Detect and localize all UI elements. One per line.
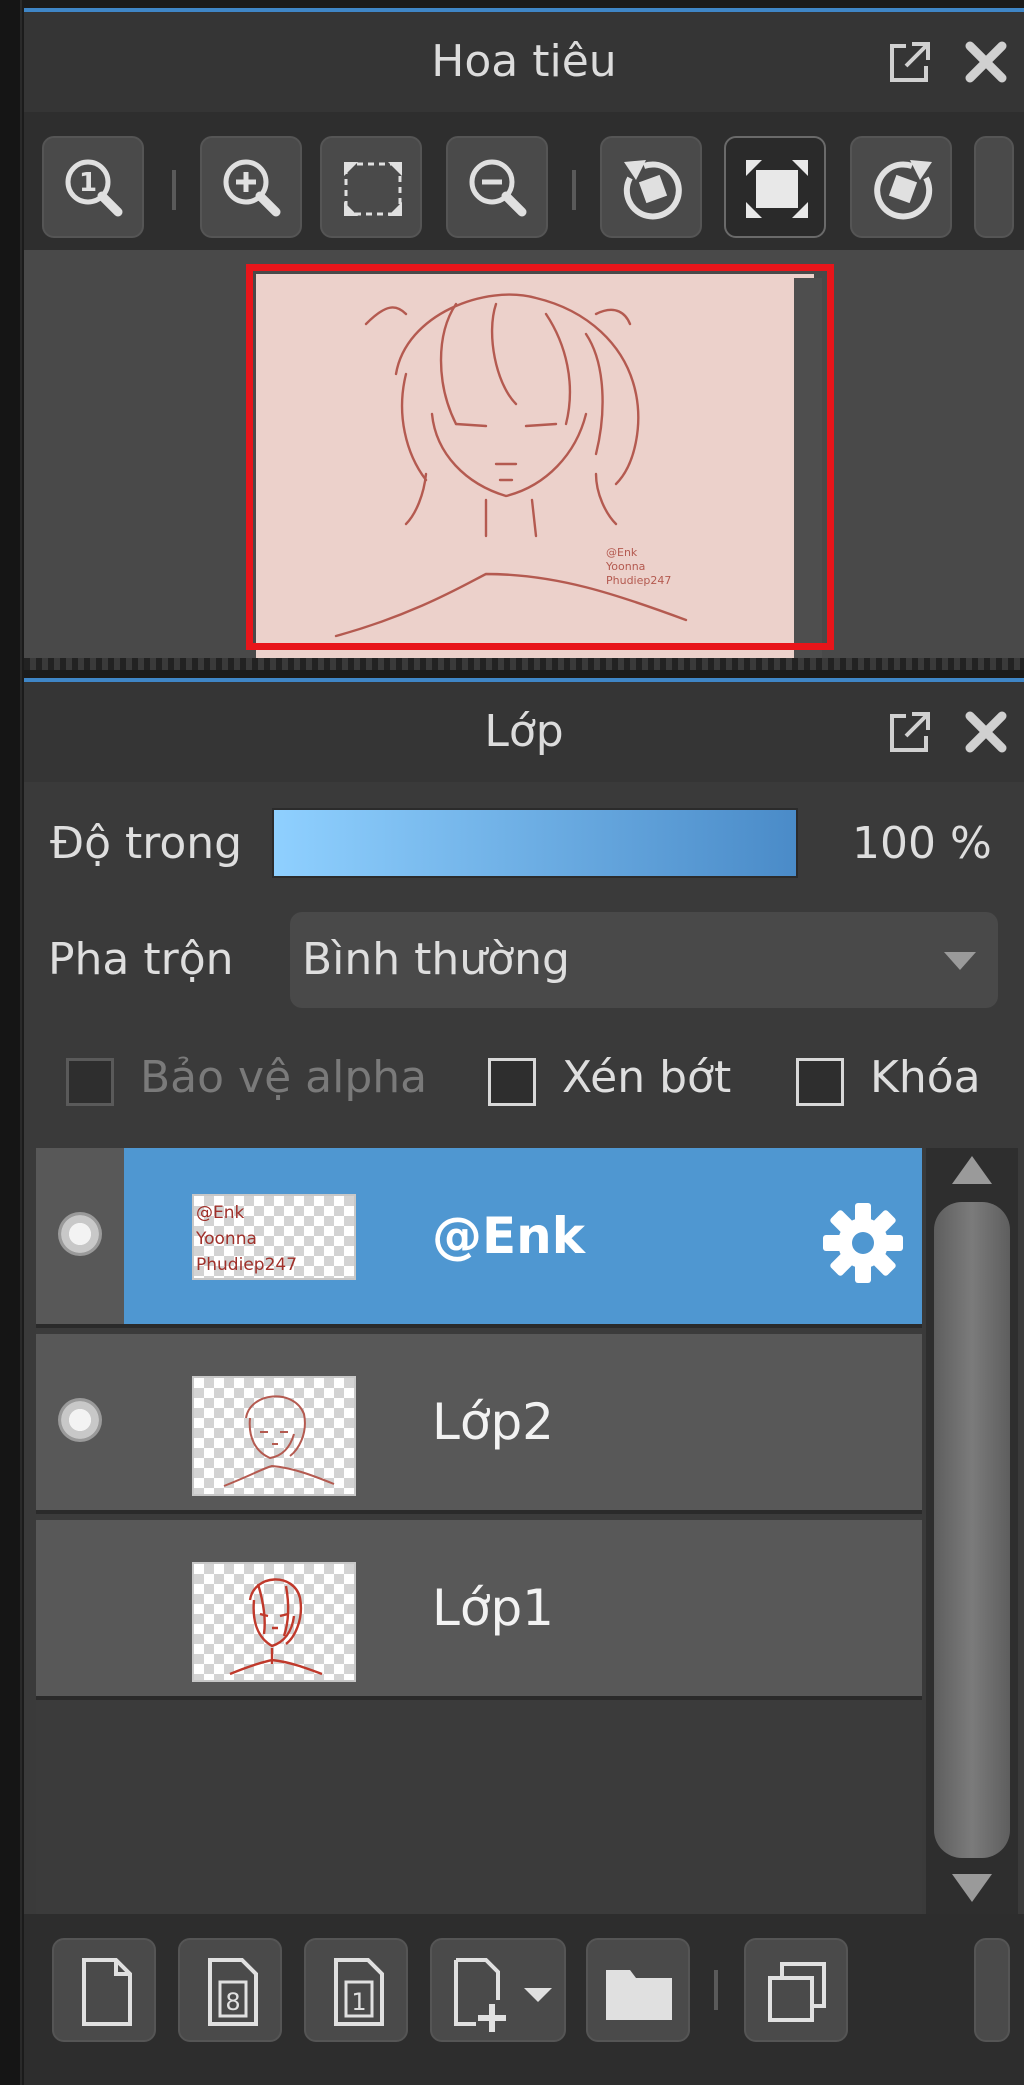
new-8bit-layer-icon: 8 [208, 1958, 258, 2026]
gear-icon[interactable] [820, 1200, 906, 1286]
new-layer-icon [82, 1958, 132, 2026]
rotate-right-icon [874, 160, 933, 220]
rotate-left-icon [623, 160, 682, 220]
layer-thumbnail [192, 1562, 356, 1682]
zoom-out-icon [469, 159, 527, 217]
navigator-panel: Hoa tiêu 1 @Enk Yoonna Phudiep247 [24, 12, 1024, 670]
layers-bottom-toolbar: 8 1 [24, 1914, 1024, 2085]
layer-row-enk[interactable]: @Enk Yoonna Phudiep247 @Enk [36, 1148, 922, 1328]
toolbar-separator [172, 170, 176, 210]
layer-name: Lớp2 [432, 1393, 554, 1451]
opacity-label: Độ trong [50, 818, 243, 869]
eye-dot-icon [58, 1398, 102, 1442]
add-layer-menu-button[interactable] [430, 1938, 566, 2042]
toolbar-separator [572, 170, 576, 210]
fullscreen-button[interactable] [724, 136, 826, 238]
new-1bit-layer-button[interactable]: 1 [304, 1938, 408, 2042]
panel-resize-grip[interactable] [24, 658, 1024, 670]
zoom-actual-size-icon: 1 [65, 159, 123, 217]
lock-label: Khóa [870, 1052, 981, 1103]
scroll-up-icon[interactable] [952, 1156, 992, 1184]
blend-mode-label: Pha trộn [48, 934, 234, 985]
fit-to-window-icon [344, 162, 402, 216]
scroll-down-icon[interactable] [952, 1874, 992, 1902]
rotate-right-button[interactable] [850, 136, 952, 238]
close-icon[interactable] [962, 38, 1010, 86]
fit-to-window-button[interactable] [320, 136, 422, 238]
watermark-thumbnail-art: @Enk Yoonna Phudiep247 [195, 1203, 297, 1275]
visibility-toggle[interactable] [36, 1334, 124, 1510]
layer-row-lop1[interactable]: Lớp1 [36, 1520, 922, 1700]
navigator-toolbar: 1 [24, 112, 1024, 250]
clipping-checkbox[interactable] [488, 1058, 536, 1106]
zoom-in-button[interactable] [200, 136, 302, 238]
visibility-toggle[interactable] [36, 1520, 124, 1696]
sketch-thumbnail-art [223, 1395, 335, 1487]
svg-text:1: 1 [351, 1988, 366, 2016]
layers-titlebar: Lớp [24, 682, 1024, 782]
fullscreen-icon [746, 160, 808, 218]
layer-thumbnail [192, 1376, 356, 1496]
svg-text:@Enk: @Enk [196, 1203, 245, 1223]
layer-thumbnail: @Enk Yoonna Phudiep247 [192, 1194, 356, 1280]
toolbar-separator [714, 1970, 718, 2010]
clipping-label: Xén bớt [562, 1052, 732, 1103]
scroll-thumb[interactable] [934, 1202, 1010, 1858]
svg-text:Yoonna: Yoonna [195, 1229, 257, 1249]
layers-title: Lớp [484, 706, 564, 757]
new-layer-button[interactable] [52, 1938, 156, 2042]
add-layer-menu-icon [454, 1958, 552, 2032]
popout-icon[interactable] [886, 708, 934, 756]
new-folder-icon [606, 1970, 672, 2020]
layer-list: @Enk Yoonna Phudiep247 @Enk Lớp2 Lớp1 [36, 1148, 922, 1914]
svg-text:1: 1 [79, 168, 97, 198]
navigator-title: Hoa tiêu [431, 36, 617, 87]
layer-name: @Enk [432, 1207, 586, 1265]
zoom-actual-size-button[interactable]: 1 [42, 136, 144, 238]
protect-alpha-label: Bảo vệ alpha [140, 1052, 428, 1103]
duplicate-layer-button[interactable] [744, 1938, 848, 2042]
protect-alpha-checkbox[interactable] [66, 1058, 114, 1106]
toolbar-overflow-button[interactable] [974, 136, 1014, 238]
duplicate-layer-icon [768, 1962, 826, 2022]
left-edge-strip [0, 0, 22, 2085]
toolbar-overflow-button[interactable] [974, 1938, 1010, 2042]
blend-mode-select[interactable]: Bình thường [290, 912, 998, 1008]
new-8bit-layer-button[interactable]: 8 [178, 1938, 282, 2042]
eye-dot-icon [58, 1212, 102, 1256]
svg-text:8: 8 [225, 1988, 240, 2016]
opacity-slider[interactable] [272, 808, 798, 878]
rotate-left-button[interactable] [600, 136, 702, 238]
new-1bit-layer-icon: 1 [334, 1958, 384, 2026]
close-icon[interactable] [962, 708, 1010, 756]
layer-list-scrollbar[interactable] [926, 1148, 1018, 1914]
new-folder-button[interactable] [586, 1938, 690, 2042]
navigator-preview-area: @Enk Yoonna Phudiep247 [24, 250, 1024, 670]
opacity-value: 100 % [852, 818, 992, 869]
visibility-toggle[interactable] [36, 1148, 124, 1324]
chevron-down-icon [944, 952, 976, 970]
zoom-out-button[interactable] [446, 136, 548, 238]
zoom-in-icon [223, 159, 281, 217]
sketch-thumbnail-art [229, 1578, 323, 1676]
viewport-rectangle[interactable] [246, 264, 834, 650]
layer-name: Lớp1 [432, 1579, 554, 1637]
blend-mode-value: Bình thường [302, 934, 570, 985]
layer-row-lop2[interactable]: Lớp2 [36, 1334, 922, 1514]
popout-icon[interactable] [886, 38, 934, 86]
lock-checkbox[interactable] [796, 1058, 844, 1106]
svg-text:Phudiep247: Phudiep247 [196, 1255, 297, 1275]
navigator-titlebar: Hoa tiêu [24, 12, 1024, 112]
